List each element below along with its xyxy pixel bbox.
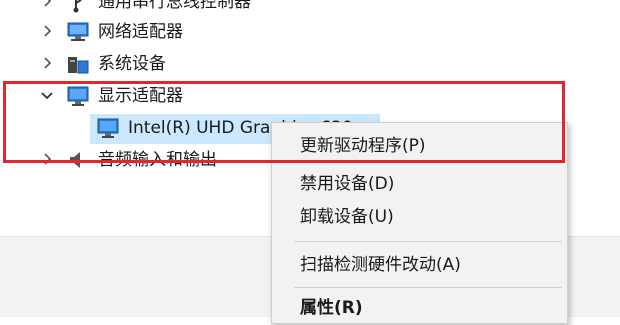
- network-adapter-icon: [66, 21, 90, 43]
- tree-item-label: 音频输入和输出: [98, 150, 217, 170]
- tree-item-usb-controllers[interactable]: 通用串行总线控制器: [0, 0, 620, 18]
- usb-icon: [64, 0, 88, 13]
- menu-item-update-driver[interactable]: 更新驱动程序(P): [272, 129, 567, 163]
- chevron-right-icon[interactable]: [40, 152, 54, 166]
- menu-item-uninstall-device[interactable]: 卸载设备(U): [272, 200, 567, 234]
- tree-item-label: 系统设备: [98, 54, 166, 74]
- system-device-icon: [66, 53, 90, 75]
- menu-item-scan-hardware-changes[interactable]: 扫描检测硬件改动(A): [272, 248, 567, 282]
- menu-separator: [294, 287, 562, 288]
- menu-separator: [294, 241, 562, 242]
- tree-item-label: 网络适配器: [98, 22, 183, 42]
- tree-item-label: 通用串行总线控制器: [98, 0, 251, 12]
- chevron-right-icon[interactable]: [40, 0, 54, 8]
- tree-item-system-devices[interactable]: 系统设备: [0, 50, 620, 80]
- chevron-down-icon[interactable]: [40, 88, 54, 102]
- menu-item-properties[interactable]: 属性(R): [272, 291, 567, 325]
- context-menu: 更新驱动程序(P) 禁用设备(D) 卸载设备(U) 扫描检测硬件改动(A) 属性…: [271, 122, 568, 324]
- display-adapter-icon: [66, 85, 90, 107]
- speaker-icon: [66, 149, 90, 171]
- monitor-icon: [96, 117, 120, 139]
- chevron-right-icon[interactable]: [40, 56, 54, 70]
- tree-item-network-adapters[interactable]: 网络适配器: [0, 18, 620, 48]
- tree-item-label: 显示适配器: [98, 86, 183, 106]
- tree-item-display-adapters[interactable]: 显示适配器: [0, 82, 620, 112]
- chevron-right-icon[interactable]: [40, 24, 54, 38]
- menu-item-disable-device[interactable]: 禁用设备(D): [272, 167, 567, 201]
